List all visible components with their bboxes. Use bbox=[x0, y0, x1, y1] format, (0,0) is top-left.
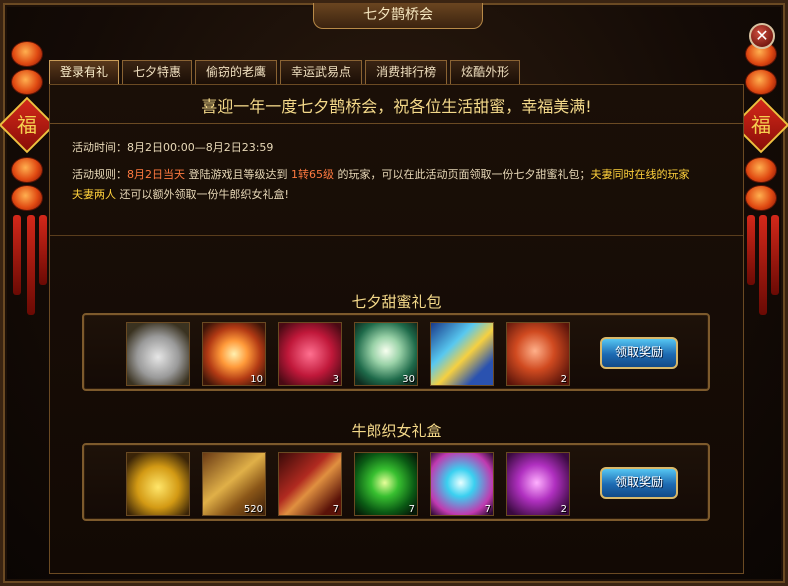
sweet-gift-title: 七夕甜蜜礼包 bbox=[351, 293, 442, 311]
jade-egg-icon[interactable]: 30 bbox=[354, 322, 418, 386]
tassel-icon bbox=[39, 215, 47, 285]
event-window: 福 福 七夕鹊桥会 ✕ 登录有礼 七夕特惠 偷窃的老鹰 幸运武易点 消费排行榜 … bbox=[0, 0, 788, 586]
right-lantern-decoration: 福 bbox=[732, 33, 788, 573]
close-icon: ✕ bbox=[755, 26, 769, 45]
tassel-icon bbox=[13, 215, 21, 295]
item-quantity: 2 bbox=[560, 374, 567, 385]
item-quantity: 520 bbox=[243, 504, 263, 515]
tassel-icon bbox=[759, 215, 767, 315]
rule-couple-online: 夫妻同时在线的玩家 bbox=[590, 168, 690, 181]
red-scroll-icon[interactable]: 7 bbox=[278, 452, 342, 516]
activity-time-label: 活动时间： bbox=[72, 141, 127, 154]
gold-ingot-icon[interactable] bbox=[126, 452, 190, 516]
rule-date: 8月2日当天 bbox=[127, 168, 185, 181]
green-orb-icon[interactable]: 7 bbox=[354, 452, 418, 516]
item-quantity: 10 bbox=[250, 374, 263, 385]
red-orb-icon[interactable]: 2 bbox=[506, 322, 570, 386]
rule-couple: 夫妻两人 bbox=[72, 188, 116, 201]
tassel-icon bbox=[771, 215, 779, 295]
item-quantity: 7 bbox=[408, 504, 415, 515]
tab-login-gift[interactable]: 登录有礼 bbox=[49, 60, 120, 84]
lantern-icon bbox=[11, 69, 43, 95]
item-quantity: 3 bbox=[332, 374, 339, 385]
tassel-icon bbox=[747, 215, 755, 285]
heart-box-icon[interactable]: 3 bbox=[278, 322, 342, 386]
tab-bar: 登录有礼 七夕特惠 偷窃的老鹰 幸运武易点 消费排行榜 炫酷外形 bbox=[49, 60, 521, 84]
tassel-icon bbox=[27, 215, 35, 315]
cowherd-weaver-gift-box: 520 7 7 7 2 领取奖励 bbox=[82, 443, 710, 521]
blue-card-icon[interactable] bbox=[430, 322, 494, 386]
tab-content-panel: 喜迎一年一度七夕鹊桥会，祝各位生活甜蜜，幸福美满! 活动时间：8月2日00:00… bbox=[49, 84, 744, 574]
lantern-icon bbox=[11, 157, 43, 183]
item-quantity: 2 bbox=[560, 504, 567, 515]
silver-ingot-icon[interactable] bbox=[126, 322, 190, 386]
lantern-icon bbox=[745, 157, 777, 183]
activity-time: 活动时间：8月2日00:00—8月2日23:59 bbox=[72, 138, 273, 158]
rule-text: 登陆游戏且等级达到 bbox=[185, 168, 291, 181]
blue-pearl-icon[interactable]: 7 bbox=[430, 452, 494, 516]
bank-note-icon[interactable]: 520 bbox=[202, 452, 266, 516]
lantern-icon bbox=[745, 185, 777, 211]
fireworks-icon[interactable]: 10 bbox=[202, 322, 266, 386]
activity-rules: 活动规则：8月2日当天 登陆游戏且等级达到 1转65级 的玩家，可以在此活动页面… bbox=[72, 165, 742, 205]
activity-rule-label: 活动规则： bbox=[72, 168, 127, 181]
rule-text: 还可以额外领取一份牛郎织女礼盒! bbox=[116, 188, 289, 201]
tab-spending-ranking[interactable]: 消费排行榜 bbox=[365, 60, 448, 84]
window-title: 七夕鹊桥会 bbox=[313, 3, 483, 29]
lantern-icon bbox=[745, 69, 777, 95]
fu-badge-right: 福 bbox=[732, 96, 788, 154]
tab-qixi-sale[interactable]: 七夕特惠 bbox=[122, 60, 193, 84]
purple-orb-icon[interactable]: 2 bbox=[506, 452, 570, 516]
tab-lucky-points[interactable]: 幸运武易点 bbox=[280, 60, 363, 84]
close-button[interactable]: ✕ bbox=[749, 23, 775, 49]
left-lantern-decoration: 福 bbox=[0, 33, 56, 573]
page-headline: 喜迎一年一度七夕鹊桥会，祝各位生活甜蜜，幸福美满! bbox=[201, 97, 592, 116]
lantern-icon bbox=[11, 41, 43, 67]
rule-text: 的玩家，可以在此活动页面领取一份七夕甜蜜礼包； bbox=[334, 168, 591, 181]
lantern-icon bbox=[11, 185, 43, 211]
rule-level: 1转65级 bbox=[291, 168, 334, 181]
tab-thief-eagle[interactable]: 偷窃的老鹰 bbox=[195, 60, 278, 84]
item-quantity: 7 bbox=[332, 504, 339, 515]
activity-time-value: 8月2日00:00—8月2日23:59 bbox=[127, 141, 274, 154]
gift-item-list: 10 3 30 2 bbox=[126, 322, 570, 386]
tab-cool-appearance[interactable]: 炫酷外形 bbox=[450, 60, 521, 84]
divider bbox=[50, 235, 743, 236]
divider bbox=[50, 123, 743, 124]
sweet-gift-pack: 10 3 30 2 领取奖励 bbox=[82, 313, 710, 391]
gift-item-list: 520 7 7 7 2 bbox=[126, 452, 570, 516]
cowherd-weaver-gift-title: 牛郎织女礼盒 bbox=[351, 422, 442, 440]
item-quantity: 30 bbox=[402, 374, 415, 385]
claim-cowherd-weaver-gift-button[interactable]: 领取奖励 bbox=[600, 467, 678, 499]
fu-badge-left: 福 bbox=[0, 96, 56, 154]
item-quantity: 7 bbox=[484, 504, 491, 515]
claim-sweet-gift-button[interactable]: 领取奖励 bbox=[600, 337, 678, 369]
